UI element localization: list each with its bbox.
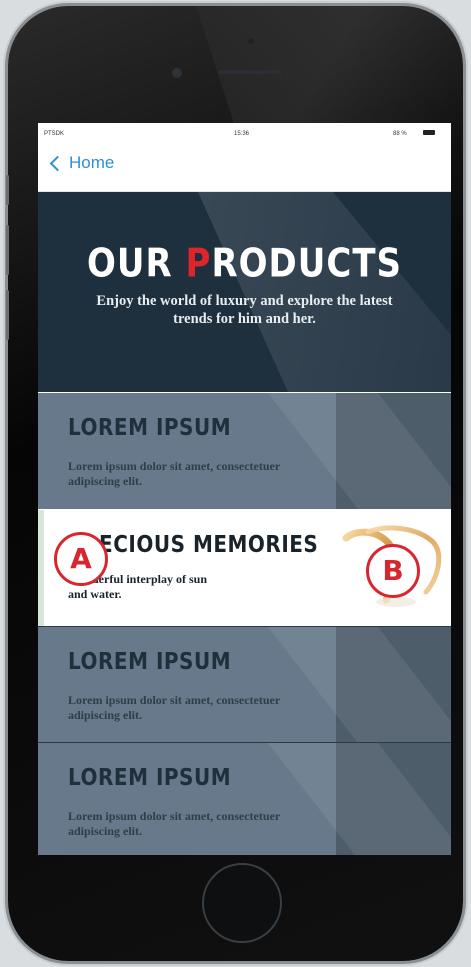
volume-up-button [6,225,9,275]
battery-percent: 88 % [393,131,407,137]
mute-switch [6,175,9,205]
item-description: Lorem ipsum dolor sit amet, consectetuer… [68,809,280,838]
volume-down-button [6,290,9,340]
front-camera [172,68,182,78]
chevron-left-icon [49,155,66,172]
app-screen: PTSDK 15:36 88 % Home OUR PRODUCTS Enjoy… [38,123,451,855]
carrier-label: PTSDK [44,131,65,137]
navigation-bar: Home [38,143,451,192]
selection-bar [38,510,44,626]
item-description: Lorem ipsum dolor sit amet, consectetuer… [68,693,280,722]
back-button-label: Home [69,153,115,172]
title-rest: RODUCTS [211,241,402,287]
battery-icon [423,130,435,135]
page-title: OUR PRODUCTS [38,241,451,287]
home-button[interactable] [202,863,282,943]
back-button[interactable]: Home [49,153,115,173]
item-title: LOREM IPSUM [68,647,232,675]
earpiece-speaker [218,70,282,74]
status-bar: PTSDK 15:36 88 % [38,123,451,143]
title-accent-letter: P [185,241,212,287]
clock: 15:36 [234,131,250,137]
product-item[interactable]: LOREM IPSUM Lorem ipsum dolor sit amet, … [38,743,451,855]
item-title: LOREM IPSUM [68,413,232,441]
hero-banner: OUR PRODUCTS Enjoy the world of luxury a… [38,192,451,392]
item-description: Lorem ipsum dolor sit amet, consectetuer… [68,459,280,488]
title-prefix: OUR [87,241,186,287]
top-sensor [248,38,254,44]
page-subtitle: Enjoy the world of luxury and explore th… [96,293,393,327]
product-item[interactable]: LOREM IPSUM Lorem ipsum dolor sit amet, … [38,627,451,743]
product-item[interactable]: LOREM IPSUM Lorem ipsum dolor sit amet, … [38,393,451,509]
item-title: LOREM IPSUM [68,763,232,791]
callout-marker-a: A [54,532,108,586]
callout-marker-b: B [366,544,420,598]
